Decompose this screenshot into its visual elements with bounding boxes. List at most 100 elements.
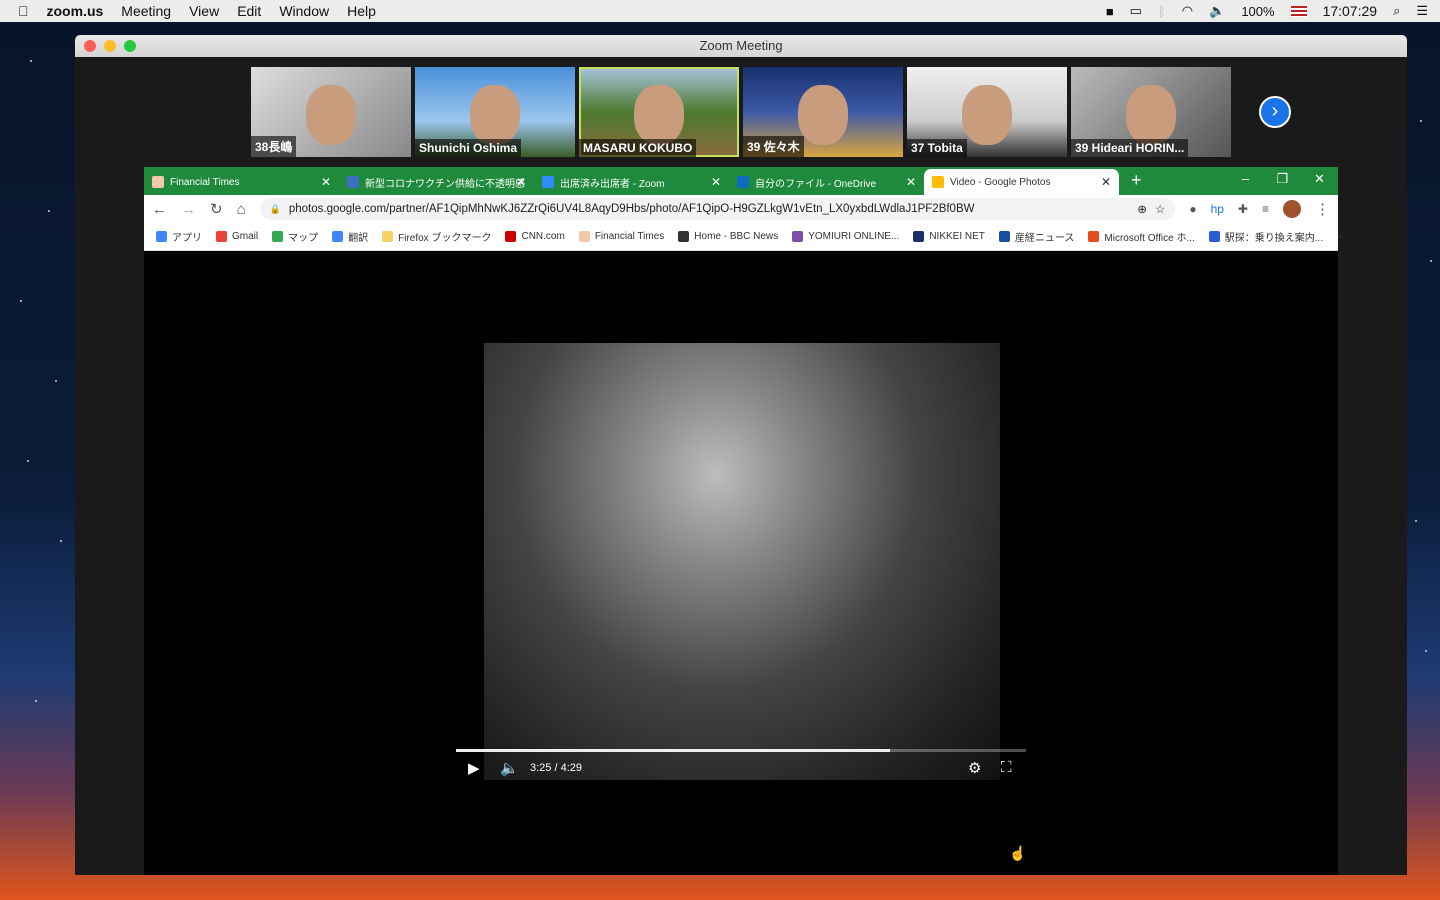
hp-extension-icon[interactable]: hp [1211, 202, 1224, 216]
bookmark-label: 産経ニュース [1014, 233, 1075, 244]
tab-favicon-icon [347, 176, 359, 188]
media-control-icon[interactable]: ≡ [1262, 202, 1269, 216]
participant-face [962, 85, 1012, 145]
restore-button[interactable]: ❐ [1264, 167, 1301, 191]
bluetooth-icon[interactable]: ᛒ [1158, 4, 1166, 19]
bookmark-item[interactable]: アプリ [156, 229, 202, 244]
next-participants-button[interactable]: › [1259, 96, 1291, 128]
bookmark-item[interactable]: Microsoft Office ホ... [1088, 229, 1195, 244]
menu-view[interactable]: View [189, 3, 219, 19]
tab-close-icon[interactable]: ✕ [321, 175, 331, 189]
bookmark-item[interactable]: 駅探：乗り換え案内... [1208, 229, 1323, 244]
bookmark-favicon-icon [998, 231, 1010, 242]
fullscreen-icon[interactable]: ⛶ [1001, 759, 1012, 776]
menu-window[interactable]: Window [279, 3, 329, 19]
browser-tab[interactable]: 出席済み出席者 - Zoom ✕ [534, 169, 729, 195]
close-button[interactable]: ✕ [1301, 167, 1338, 191]
bookmark-item[interactable]: Gmail [216, 229, 258, 244]
profile-avatar[interactable] [1283, 200, 1301, 218]
zoom-status-icon[interactable]: ■ [1106, 4, 1114, 19]
bookmark-item[interactable]: Firefox ブックマーク [382, 229, 491, 244]
menu-meeting[interactable]: Meeting [121, 3, 171, 19]
browser-tab[interactable]: 新型コロナワクチン供給に不透明感 ✕ [339, 169, 534, 195]
participant-tile[interactable]: Shunichi Oshima [415, 67, 575, 157]
tab-close-icon[interactable]: ✕ [906, 175, 916, 189]
bookmark-item[interactable]: YOMIURI ONLINE... [792, 229, 899, 244]
participant-tile[interactable]: 37 Tobita [907, 67, 1067, 157]
star [30, 60, 32, 62]
participant-tile[interactable]: 39 Hideari HORIN... [1071, 67, 1231, 157]
menu-help[interactable]: Help [347, 3, 376, 19]
menu-edit[interactable]: Edit [237, 3, 261, 19]
close-window-button[interactable] [84, 40, 96, 52]
participant-face [306, 85, 356, 145]
bookmark-item[interactable]: 翻訳 [332, 229, 368, 244]
app-menu[interactable]: zoom.us [47, 3, 104, 19]
flag-icon[interactable] [1290, 5, 1307, 17]
star [27, 460, 29, 462]
menu-kebab-icon[interactable]: ⋮ [1315, 200, 1330, 218]
participant-tile[interactable]: MASARU KOKUBO [579, 67, 739, 157]
airplay-icon[interactable]: ▭ [1130, 3, 1142, 19]
seek-bar[interactable] [456, 749, 1026, 752]
apple-menu-icon[interactable]:  [18, 3, 29, 19]
url-text[interactable]: photos.google.com/partner/AF1QipMhNwKJ6Z… [289, 203, 1130, 215]
more-bookmarks-button[interactable]: » [1337, 231, 1343, 242]
minimize-button[interactable]: – [1227, 167, 1264, 191]
clock[interactable]: 17:07:29 [1323, 3, 1378, 19]
participant-tile[interactable]: 38長嶋 [251, 67, 411, 157]
extension-icon[interactable]: ● [1189, 202, 1196, 216]
menubar:  zoom.us Meeting View Edit Window Help … [0, 0, 1440, 22]
tab-close-icon[interactable]: ✕ [516, 175, 526, 189]
tab-close-icon[interactable]: ✕ [1101, 175, 1111, 189]
participant-name: 37 Tobita [907, 139, 967, 157]
forward-icon[interactable]: → [181, 201, 196, 218]
bookmark-item[interactable]: CNN.com [505, 229, 565, 244]
minimize-window-button[interactable] [104, 40, 116, 52]
browser-tab[interactable]: Financial Times ✕ [144, 169, 339, 195]
bookmark-favicon-icon [332, 231, 344, 242]
bookmark-favicon-icon [1208, 231, 1220, 242]
back-icon[interactable]: ← [152, 201, 167, 218]
install-icon[interactable]: ⊕ [1137, 202, 1147, 216]
volume-icon[interactable]: 🔈 [1209, 3, 1225, 19]
participant-face [470, 85, 520, 145]
participant-name: 39 佐々木 [743, 136, 804, 157]
notification-center-icon[interactable]: ☰ [1416, 3, 1428, 19]
bookmark-item[interactable]: マップ [272, 229, 318, 244]
home-icon[interactable]: ⌂ [237, 201, 246, 218]
bookmark-label: 翻訳 [348, 233, 369, 244]
participant-face [1126, 85, 1176, 145]
reload-icon[interactable]: ↻ [210, 200, 223, 218]
toolbar: ← → ↻ ⌂ 🔒 photos.google.com/partner/AF1Q… [144, 195, 1338, 223]
bookmark-item[interactable]: Home - BBC News [678, 229, 778, 244]
wifi-icon[interactable]: ◠ [1182, 3, 1193, 19]
bookmark-star-icon[interactable]: ☆ [1155, 202, 1165, 216]
new-tab-button[interactable]: + [1131, 170, 1142, 191]
bookmark-item[interactable]: 産経ニュース [998, 229, 1075, 244]
bookmark-favicon-icon [578, 231, 590, 242]
bookmark-label: Financial Times [594, 231, 665, 242]
play-icon[interactable]: ▶ [468, 759, 480, 777]
bookmark-favicon-icon [216, 231, 227, 242]
participant-tile[interactable]: 39 佐々木 [743, 67, 903, 157]
star [1420, 120, 1422, 122]
shared-screen-browser: Financial Times ✕ 新型コロナワクチン供給に不透明感 ✕ 出席済み出席者… [144, 167, 1343, 875]
tab-close-icon[interactable]: ✕ [711, 175, 721, 189]
star [48, 210, 50, 212]
volume-icon[interactable]: 🔈 [500, 759, 519, 777]
extensions-puzzle-icon[interactable]: ✚ [1238, 202, 1248, 216]
battery-percent[interactable]: 100% [1241, 4, 1274, 19]
zoom-window-button[interactable] [124, 40, 136, 52]
bookmark-item[interactable]: Financial Times [578, 229, 665, 244]
spotlight-icon[interactable]: ⌕ [1393, 3, 1400, 19]
browser-tab[interactable]: 自分のファイル - OneDrive ✕ [729, 169, 924, 195]
browser-tab[interactable]: Video - Google Photos ✕ [924, 169, 1119, 195]
participant-name: 39 Hideari HORIN... [1071, 139, 1189, 157]
bookmark-item[interactable]: NIKKEI NET [913, 229, 985, 244]
bookmark-label: CNN.com [521, 231, 565, 242]
settings-gear-icon[interactable]: ⚙ [968, 759, 981, 777]
video-frame[interactable] [484, 343, 1000, 780]
address-bar[interactable]: 🔒 photos.google.com/partner/AF1QipMhNwKJ… [259, 198, 1176, 220]
star [20, 300, 22, 302]
